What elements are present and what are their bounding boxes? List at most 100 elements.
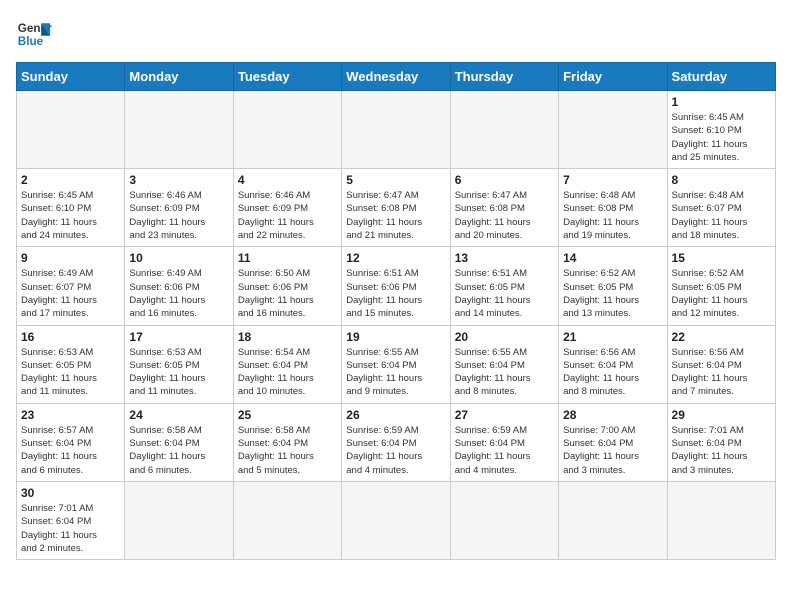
day-number: 11 — [238, 251, 337, 265]
day-info: Sunrise: 6:51 AM Sunset: 6:05 PM Dayligh… — [455, 267, 554, 320]
day-number: 28 — [563, 408, 662, 422]
day-number: 15 — [672, 251, 771, 265]
calendar-cell: 29Sunrise: 7:01 AM Sunset: 6:04 PM Dayli… — [667, 403, 775, 481]
day-info: Sunrise: 6:49 AM Sunset: 6:07 PM Dayligh… — [21, 267, 120, 320]
day-number: 26 — [346, 408, 445, 422]
calendar-cell: 27 Sunrise: 6:59 AM Sunset: 6:04 PM Dayli… — [450, 403, 558, 481]
day-info: Sunrise: 6:46 AM Sunset: 6:09 PM Dayligh… — [129, 189, 228, 242]
calendar-cell: 18Sunrise: 6:54 AM Sunset: 6:04 PM Dayli… — [233, 325, 341, 403]
day-number: 2 — [21, 173, 120, 187]
day-number: 6 — [455, 173, 554, 187]
day-info: Sunrise: 6:55 AM Sunset: 6:04 PM Dayligh… — [455, 346, 554, 399]
day-info: Sunrise: 6:46 AM Sunset: 6:09 PM Dayligh… — [238, 189, 337, 242]
day-number: 25 — [238, 408, 337, 422]
day-number: 22 — [672, 330, 771, 344]
day-number: 10 — [129, 251, 228, 265]
day-info: Sunrise: 6:59 AM Sunset: 6:04 PM Dayligh… — [346, 424, 445, 477]
day-info: Sunrise: 6:56 AM Sunset: 6:04 PM Dayligh… — [563, 346, 662, 399]
calendar-cell: 5 Sunrise: 6:47 AM Sunset: 6:08 PM Daylig… — [342, 169, 450, 247]
calendar-cell — [233, 481, 341, 559]
day-info: Sunrise: 7:01 AM Sunset: 6:04 PM Dayligh… — [21, 502, 120, 555]
day-header: Thursday — [450, 63, 558, 91]
day-info: Sunrise: 6:57 AM Sunset: 6:04 PM Dayligh… — [21, 424, 120, 477]
day-number: 27 — [455, 408, 554, 422]
calendar-cell: 8 Sunrise: 6:48 AM Sunset: 6:07 PM Daylig… — [667, 169, 775, 247]
calendar-cell: 6 Sunrise: 6:47 AM Sunset: 6:08 PM Daylig… — [450, 169, 558, 247]
day-info: Sunrise: 6:52 AM Sunset: 6:05 PM Dayligh… — [563, 267, 662, 320]
calendar-cell — [125, 481, 233, 559]
day-header: Sunday — [17, 63, 125, 91]
calendar-cell — [17, 91, 125, 169]
header: General Blue — [16, 16, 776, 52]
calendar-cell: 17Sunrise: 6:53 AM Sunset: 6:05 PM Dayli… — [125, 325, 233, 403]
calendar-cell — [450, 481, 558, 559]
day-number: 19 — [346, 330, 445, 344]
day-number: 16 — [21, 330, 120, 344]
day-info: Sunrise: 6:48 AM Sunset: 6:07 PM Dayligh… — [672, 189, 771, 242]
logo: General Blue — [16, 16, 52, 52]
calendar-cell — [125, 91, 233, 169]
calendar-cell — [342, 91, 450, 169]
calendar-cell: 24 Sunrise: 6:58 AM Sunset: 6:04 PM Dayli… — [125, 403, 233, 481]
day-header: Saturday — [667, 63, 775, 91]
calendar-cell: 10 Sunrise: 6:49 AM Sunset: 6:06 PM Dayli… — [125, 247, 233, 325]
day-number: 5 — [346, 173, 445, 187]
calendar-cell: 1 Sunrise: 6:45 AM Sunset: 6:10 PM Daylig… — [667, 91, 775, 169]
day-info: Sunrise: 6:52 AM Sunset: 6:05 PM Dayligh… — [672, 267, 771, 320]
day-number: 13 — [455, 251, 554, 265]
calendar-cell: 21 Sunrise: 6:56 AM Sunset: 6:04 PM Dayli… — [559, 325, 667, 403]
calendar-cell: 7 Sunrise: 6:48 AM Sunset: 6:08 PM Daylig… — [559, 169, 667, 247]
day-info: Sunrise: 7:01 AM Sunset: 6:04 PM Dayligh… — [672, 424, 771, 477]
day-info: Sunrise: 6:48 AM Sunset: 6:08 PM Dayligh… — [563, 189, 662, 242]
calendar-cell: 20 Sunrise: 6:55 AM Sunset: 6:04 PM Dayli… — [450, 325, 558, 403]
day-header: Friday — [559, 63, 667, 91]
calendar-cell: 28 Sunrise: 7:00 AM Sunset: 6:04 PM Dayli… — [559, 403, 667, 481]
day-info: Sunrise: 7:00 AM Sunset: 6:04 PM Dayligh… — [563, 424, 662, 477]
day-number: 30 — [21, 486, 120, 500]
day-info: Sunrise: 6:53 AM Sunset: 6:05 PM Dayligh… — [21, 346, 120, 399]
day-number: 21 — [563, 330, 662, 344]
day-number: 18 — [238, 330, 337, 344]
day-info: Sunrise: 6:47 AM Sunset: 6:08 PM Dayligh… — [346, 189, 445, 242]
day-info: Sunrise: 6:47 AM Sunset: 6:08 PM Dayligh… — [455, 189, 554, 242]
calendar-cell: 16 Sunrise: 6:53 AM Sunset: 6:05 PM Dayli… — [17, 325, 125, 403]
calendar-cell: 13 Sunrise: 6:51 AM Sunset: 6:05 PM Dayli… — [450, 247, 558, 325]
day-number: 3 — [129, 173, 228, 187]
day-number: 9 — [21, 251, 120, 265]
day-info: Sunrise: 6:58 AM Sunset: 6:04 PM Dayligh… — [129, 424, 228, 477]
calendar-cell: 12 Sunrise: 6:51 AM Sunset: 6:06 PM Dayli… — [342, 247, 450, 325]
day-header: Tuesday — [233, 63, 341, 91]
day-info: Sunrise: 6:49 AM Sunset: 6:06 PM Dayligh… — [129, 267, 228, 320]
day-info: Sunrise: 6:56 AM Sunset: 6:04 PM Dayligh… — [672, 346, 771, 399]
calendar-cell — [559, 91, 667, 169]
day-number: 20 — [455, 330, 554, 344]
day-info: Sunrise: 6:45 AM Sunset: 6:10 PM Dayligh… — [672, 111, 771, 164]
day-info: Sunrise: 6:59 AM Sunset: 6:04 PM Dayligh… — [455, 424, 554, 477]
day-info: Sunrise: 6:53 AM Sunset: 6:05 PM Dayligh… — [129, 346, 228, 399]
day-header: Wednesday — [342, 63, 450, 91]
day-header: Monday — [125, 63, 233, 91]
calendar-cell — [450, 91, 558, 169]
day-info: Sunrise: 6:50 AM Sunset: 6:06 PM Dayligh… — [238, 267, 337, 320]
logo-icon: General Blue — [16, 16, 52, 52]
day-number: 1 — [672, 95, 771, 109]
calendar-cell — [233, 91, 341, 169]
calendar: SundayMondayTuesdayWednesdayThursdayFrid… — [16, 62, 776, 560]
calendar-cell: 25 Sunrise: 6:58 AM Sunset: 6:04 PM Dayli… — [233, 403, 341, 481]
calendar-cell: 4 Sunrise: 6:46 AM Sunset: 6:09 PM Daylig… — [233, 169, 341, 247]
calendar-cell: 2Sunrise: 6:45 AM Sunset: 6:10 PM Daylig… — [17, 169, 125, 247]
day-info: Sunrise: 6:58 AM Sunset: 6:04 PM Dayligh… — [238, 424, 337, 477]
day-number: 8 — [672, 173, 771, 187]
calendar-cell: 11 Sunrise: 6:50 AM Sunset: 6:06 PM Dayli… — [233, 247, 341, 325]
day-number: 4 — [238, 173, 337, 187]
svg-text:Blue: Blue — [18, 35, 44, 48]
calendar-cell: 19 Sunrise: 6:55 AM Sunset: 6:04 PM Dayli… — [342, 325, 450, 403]
calendar-cell: 23 Sunrise: 6:57 AM Sunset: 6:04 PM Dayli… — [17, 403, 125, 481]
day-number: 24 — [129, 408, 228, 422]
day-info: Sunrise: 6:55 AM Sunset: 6:04 PM Dayligh… — [346, 346, 445, 399]
day-number: 12 — [346, 251, 445, 265]
day-info: Sunrise: 6:51 AM Sunset: 6:06 PM Dayligh… — [346, 267, 445, 320]
day-number: 23 — [21, 408, 120, 422]
calendar-cell: 3 Sunrise: 6:46 AM Sunset: 6:09 PM Daylig… — [125, 169, 233, 247]
day-number: 7 — [563, 173, 662, 187]
